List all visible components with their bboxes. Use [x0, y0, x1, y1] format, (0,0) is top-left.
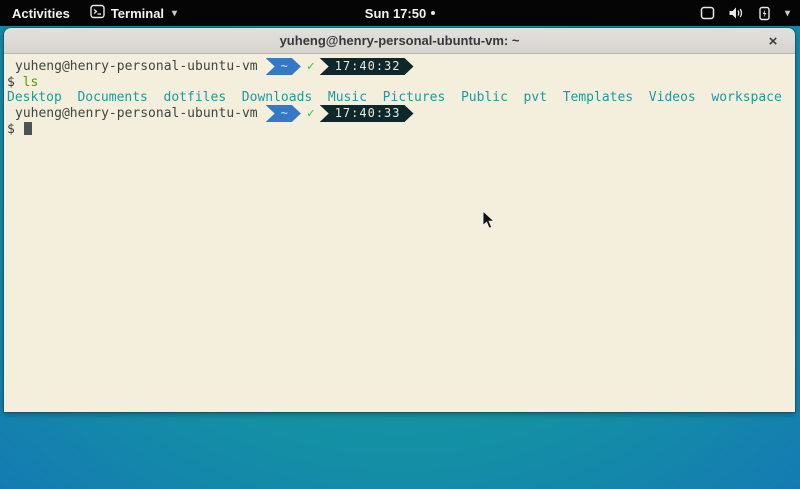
- command-text: ls: [23, 75, 39, 90]
- prompt-status-check-icon: ✓: [307, 58, 315, 75]
- prompt-directory-segment: ~: [266, 105, 301, 122]
- desktop: Activities Terminal ▾ Sun 17:50: [0, 0, 800, 489]
- prompt-time-segment: 17:40:33: [320, 105, 414, 122]
- prompt-line-2: yuheng@henry-personal-ubuntu-vm ~ ✓ 17:4…: [7, 105, 793, 122]
- mouse-cursor: [482, 210, 496, 235]
- notification-dot: [431, 11, 435, 15]
- clock-label[interactable]: Sun 17:50: [365, 6, 426, 21]
- close-icon[interactable]: ×: [763, 28, 783, 54]
- ls-output-line: Desktop Documents dotfiles Downloads Mus…: [7, 90, 793, 105]
- prompt-line-1: yuheng@henry-personal-ubuntu-vm ~ ✓ 17:4…: [7, 58, 793, 75]
- prompt-time-segment: 17:40:32: [320, 58, 414, 75]
- prompt-directory-segment: ~: [266, 58, 301, 75]
- terminal-icon: [90, 4, 105, 22]
- network-icon: [700, 6, 715, 20]
- terminal-content[interactable]: yuheng@henry-personal-ubuntu-vm ~ ✓ 17:4…: [4, 54, 795, 412]
- command-line-1: $ ls: [7, 75, 793, 90]
- terminal-window: yuheng@henry-personal-ubuntu-vm: ~ × yuh…: [4, 28, 795, 412]
- window-titlebar[interactable]: yuheng@henry-personal-ubuntu-vm: ~ ×: [4, 28, 795, 54]
- prompt-status-check-icon: ✓: [307, 105, 315, 122]
- prompt-dollar: $: [7, 75, 15, 90]
- command-line-2: $: [7, 122, 793, 137]
- activities-button[interactable]: Activities: [10, 6, 72, 21]
- chevron-down-icon: ▾: [172, 8, 177, 19]
- terminal-cursor: [24, 122, 32, 135]
- prompt-dollar: $: [7, 122, 15, 137]
- system-status-area[interactable]: ▾: [700, 0, 794, 26]
- gnome-top-bar: Activities Terminal ▾ Sun 17:50: [0, 0, 800, 26]
- system-menu-chevron-icon: ▾: [785, 8, 790, 19]
- app-menu-label: Terminal: [111, 6, 164, 21]
- prompt-user-host: yuheng@henry-personal-ubuntu-vm: [15, 58, 258, 75]
- battery-charging-icon: [757, 6, 772, 21]
- prompt-user-host: yuheng@henry-personal-ubuntu-vm: [15, 105, 258, 122]
- window-title: yuheng@henry-personal-ubuntu-vm: ~: [280, 33, 520, 48]
- volume-icon: [728, 6, 744, 20]
- app-menu-terminal[interactable]: Terminal ▾: [90, 4, 177, 22]
